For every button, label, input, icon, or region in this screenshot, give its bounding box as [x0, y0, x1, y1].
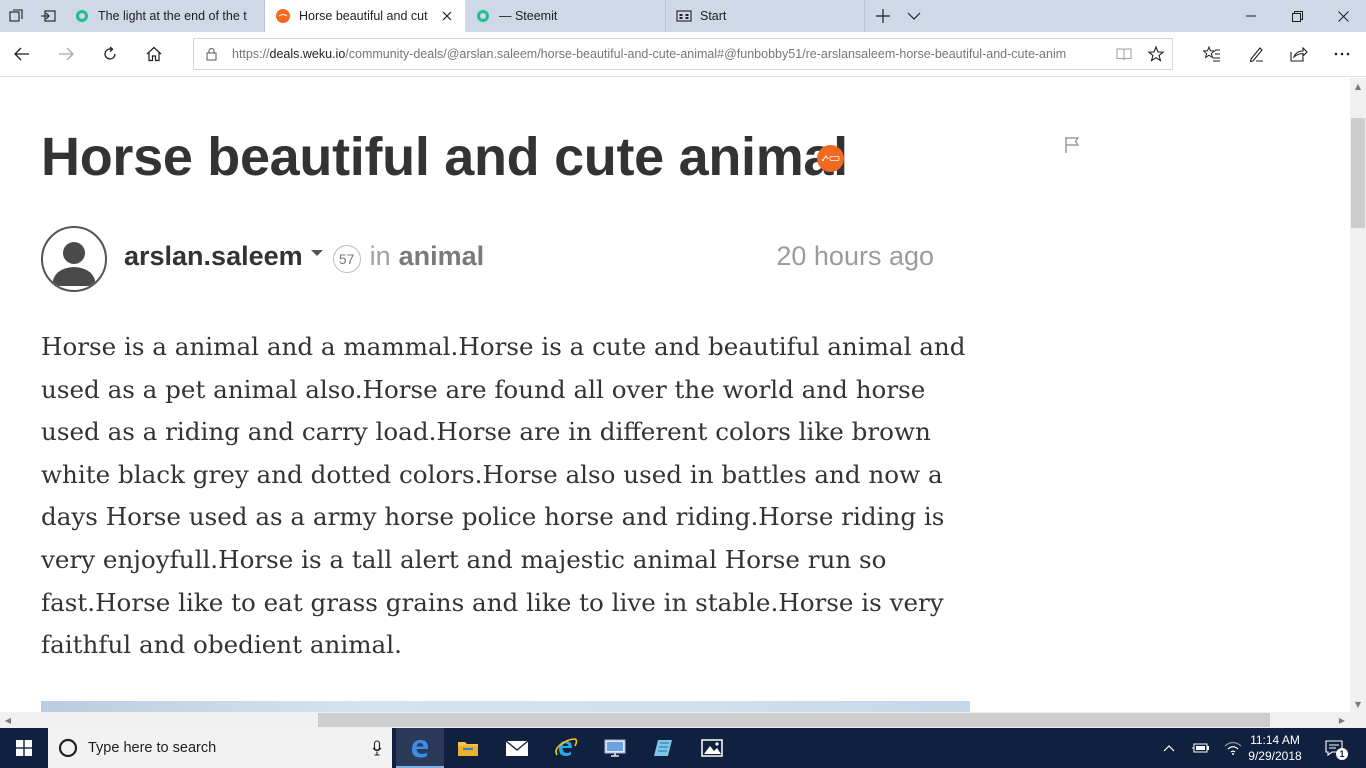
web-note-pen-icon[interactable] [1236, 36, 1276, 72]
vertical-scrollbar[interactable]: ▲ ▼ [1350, 78, 1366, 712]
author-name-link[interactable]: arslan.saleem [124, 241, 303, 272]
post-body: Horse is a animal and a mammal.Horse is … [41, 326, 971, 667]
vertical-scroll-thumb[interactable] [1351, 118, 1365, 228]
steemit-icon [74, 8, 90, 24]
battery-icon[interactable] [1188, 728, 1214, 768]
tab-title: Horse beautiful and cut [299, 9, 428, 23]
home-icon[interactable] [134, 36, 174, 72]
post-body-line: fast.Horse like to eat grass grains and … [41, 587, 944, 617]
post-body-line: Horse is a animal and a mammal.Horse is … [41, 332, 966, 361]
favorite-star-icon[interactable] [1140, 39, 1172, 69]
tab-start[interactable]: Start [666, 0, 865, 32]
tab-title: The light at the end of the t [98, 9, 247, 23]
favorites-hub-icon[interactable] [1192, 36, 1232, 72]
back-icon[interactable] [2, 36, 42, 72]
taskbar-clock[interactable]: 11:14 AM 9/29/2018 [1240, 728, 1310, 768]
reputation-badge: 57 [332, 245, 361, 273]
author-avatar[interactable] [41, 226, 107, 292]
post-body-line: white black grey and dotted colors.Horse… [41, 459, 943, 489]
taskbar: Type here to search 11:14 AM 9/29/2018 1 [0, 728, 1366, 768]
url-path: /community-deals/@arslan.saleem/horse-be… [345, 47, 1067, 61]
taskbar-remote-desktop-icon[interactable] [591, 728, 639, 768]
clock-date: 9/29/2018 [1248, 749, 1302, 763]
post-body-line: very enjoyfull.Horse is a tall alert and… [41, 544, 887, 574]
taskbar-photos-icon[interactable] [688, 728, 736, 768]
weku-icon [275, 8, 291, 24]
set-tabs-aside-icon[interactable] [32, 0, 64, 32]
tab-steemit[interactable]: — Steemit [465, 0, 666, 32]
page-content: Horse beautiful and cute animal arslan.s… [0, 78, 1350, 712]
windows-start-icon[interactable] [0, 728, 48, 768]
new-tab-icon[interactable] [867, 0, 899, 32]
author-menu-caret-icon[interactable] [310, 250, 323, 256]
post-timestamp[interactable]: 20 hours ago [776, 236, 934, 276]
taskbar-edge-icon[interactable] [396, 728, 444, 768]
scroll-up-arrow-icon[interactable]: ▲ [1350, 78, 1366, 94]
minimize-icon[interactable] [1228, 0, 1274, 32]
taskbar-mail-icon[interactable] [493, 728, 541, 768]
url-host: deals.weku.io [269, 47, 346, 61]
in-label: in [369, 240, 391, 271]
tab-horse-post[interactable]: Horse beautiful and cut [265, 0, 465, 32]
navigation-bar: https://deals.weku.io/community-deals/@a… [0, 32, 1366, 77]
post-body-line: days Horse used as a army horse police h… [41, 502, 945, 532]
clock-time: 11:14 AM [1250, 733, 1300, 747]
tab-title: — Steemit [499, 9, 558, 23]
more-options-icon[interactable] [1322, 36, 1362, 72]
tab-preview-chevron-icon[interactable] [898, 0, 930, 32]
tabs-set-aside-icon[interactable] [0, 0, 32, 32]
forward-icon[interactable] [46, 36, 86, 72]
taskbar-search-box[interactable]: Type here to search [48, 728, 392, 768]
tab-title: Start [700, 9, 727, 23]
horizontal-scrollbar[interactable]: ◀ ▶ [0, 712, 1350, 728]
flag-icon[interactable] [1064, 136, 1080, 158]
restore-icon[interactable] [1274, 0, 1320, 32]
url-text[interactable]: https://deals.weku.io/community-deals/@a… [232, 47, 1108, 61]
category-link[interactable]: animal [399, 241, 485, 272]
post-body-line: used as a riding and carry load.Horse ar… [41, 417, 931, 447]
scroll-left-arrow-icon[interactable]: ◀ [0, 712, 16, 728]
post-body-line: faithful and obedient animal. [41, 630, 402, 660]
reading-view-icon[interactable] [1108, 39, 1140, 69]
refresh-icon[interactable] [90, 36, 130, 72]
author-line: arslan.saleem 57 in animal [124, 236, 484, 276]
horizontal-scroll-thumb[interactable] [318, 713, 1270, 727]
post-title: Horse beautiful and cute animal [41, 127, 848, 187]
lock-icon[interactable] [206, 47, 222, 61]
search-placeholder: Type here to search [88, 740, 217, 756]
scroll-right-arrow-icon[interactable]: ▶ [1334, 712, 1350, 728]
steemit-icon [475, 8, 491, 24]
post-body-line: used as a pet animal also.Horse are foun… [41, 374, 926, 404]
microphone-icon[interactable] [362, 740, 392, 756]
notification-count-badge: 1 [1336, 748, 1348, 760]
close-window-icon[interactable] [1320, 0, 1366, 32]
start-page-icon [676, 8, 692, 24]
cortana-icon[interactable] [58, 738, 78, 758]
taskbar-notes-app-icon[interactable] [639, 728, 687, 768]
post-image [41, 701, 970, 712]
close-tab-icon[interactable] [437, 6, 457, 26]
scroll-down-arrow-icon[interactable]: ▼ [1350, 696, 1366, 712]
address-bar[interactable]: https://deals.weku.io/community-deals/@a… [193, 38, 1173, 70]
taskbar-file-explorer-icon[interactable] [444, 728, 492, 768]
url-prefix: https:// [232, 47, 270, 61]
tab-bar: The light at the end of the t Horse beau… [0, 0, 1366, 32]
scrollbar-corner [1350, 712, 1366, 728]
tab-light-at-end[interactable]: The light at the end of the t [64, 0, 265, 32]
share-icon[interactable] [1279, 36, 1319, 72]
show-hidden-icons-chevron-icon[interactable] [1158, 728, 1180, 768]
weku-badge-icon [817, 145, 844, 172]
taskbar-internet-explorer-icon[interactable] [542, 728, 590, 768]
